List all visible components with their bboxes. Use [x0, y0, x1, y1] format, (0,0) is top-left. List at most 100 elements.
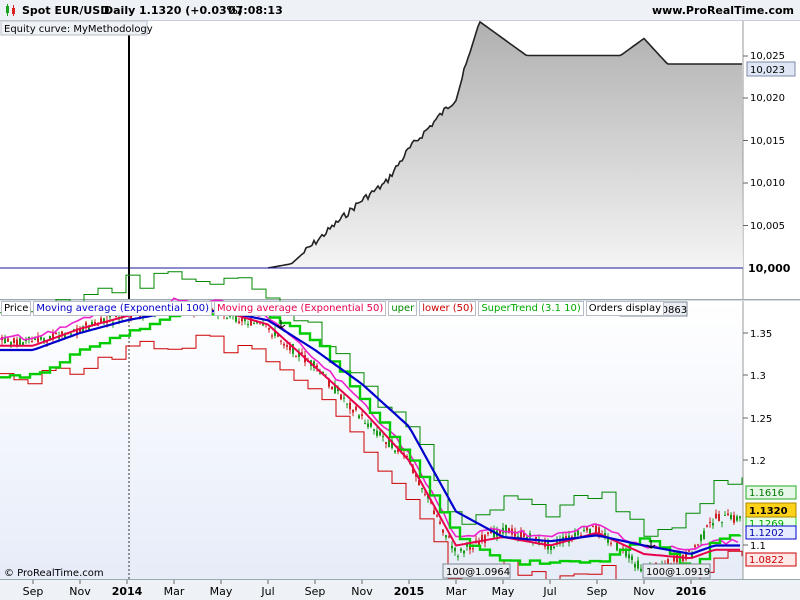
candle-body	[445, 535, 447, 538]
candle-body	[373, 429, 375, 431]
legend-supertrend[interactable]: SuperTrend (3.1 10)	[478, 301, 584, 316]
candle-body	[364, 423, 366, 425]
candle-body	[385, 442, 387, 444]
candle-body	[718, 514, 720, 521]
candle-body	[448, 536, 450, 538]
candle-body	[358, 415, 360, 419]
candle-body	[283, 343, 285, 346]
legend-lower[interactable]: lower (50)	[419, 301, 477, 316]
legend-upper[interactable]: uper	[388, 301, 418, 316]
time-tick-label: May	[492, 585, 515, 598]
candle-body	[721, 521, 723, 523]
candle-body	[331, 387, 333, 390]
equity-pane-label: Equity curve: MyMethodology	[4, 24, 153, 35]
time-tick-label: Sep	[23, 585, 44, 598]
legend-orders-display[interactable]: Orders display	[585, 301, 665, 316]
time-tick-label: Nov	[351, 585, 373, 598]
candle-body	[40, 337, 42, 340]
time-tick-label: Nov	[633, 585, 655, 598]
candle-body	[340, 394, 342, 400]
candle-body	[586, 527, 588, 531]
order-label: 100@1.0919	[646, 567, 710, 578]
candle-body	[676, 554, 678, 563]
candle-body	[238, 321, 240, 324]
price-value-badges: 1.1616 1.1269 1.1320 1.1202 1.0822	[745, 485, 797, 567]
candle-body	[343, 397, 345, 399]
candle-body	[724, 515, 726, 516]
time-tick-label: Nov	[69, 585, 91, 598]
candle-body	[31, 341, 33, 343]
candle-body	[4, 338, 6, 343]
candle-body	[730, 514, 732, 520]
price-tick-label: 1.2	[750, 456, 766, 467]
candle-body	[13, 338, 15, 343]
candle-body	[43, 338, 45, 341]
price-tick-label: 1.1	[750, 541, 766, 552]
candle-body	[634, 564, 636, 568]
candle-body	[736, 516, 738, 521]
equity-current-value: 10,023	[750, 65, 785, 76]
price-tick-label: 1.35	[750, 329, 772, 340]
equity-tick-label: 10,005	[750, 221, 785, 232]
candle-body	[436, 515, 438, 517]
candle-body	[640, 568, 642, 572]
candle-body	[268, 327, 270, 330]
lower-channel-badge: 1.0822	[749, 555, 784, 566]
candle-body	[631, 556, 633, 560]
candle-body	[346, 403, 348, 405]
candle-body	[286, 345, 288, 347]
candle-body	[271, 335, 273, 337]
candle-body	[694, 545, 696, 548]
candle-body	[7, 338, 9, 342]
legend-price[interactable]: Price	[1, 301, 32, 316]
candle-body	[70, 333, 72, 335]
time-tick-label: Mar	[446, 585, 467, 598]
candle-body	[628, 554, 630, 559]
time-tick-label: 2016	[676, 585, 707, 598]
candle-body	[472, 548, 474, 550]
candle-body	[367, 423, 369, 427]
candle-body	[19, 338, 21, 345]
candle-body	[706, 525, 708, 527]
candle-body	[667, 559, 669, 564]
time-tick-label: Sep	[305, 585, 326, 598]
ema100-badge: 1.1202	[749, 528, 784, 539]
chart-canvas[interactable]: Equity curve: MyMethodology 10,025 10,02…	[0, 0, 800, 600]
candle-body	[451, 546, 453, 549]
upper-channel-badge: 1.1616	[749, 488, 784, 499]
candle-body	[247, 324, 249, 325]
candle-body	[376, 430, 378, 436]
candle-body	[424, 494, 426, 496]
time-tick-label: Sep	[587, 585, 608, 598]
candle-body	[697, 544, 699, 546]
candle-body	[637, 560, 639, 569]
candle-body	[241, 317, 243, 322]
time-tick-label: 2015	[394, 585, 425, 598]
candle-body	[712, 523, 714, 526]
candle-body	[583, 530, 585, 531]
candle-body	[733, 515, 735, 523]
price-tick-label: 1.3	[750, 371, 766, 382]
candle-body	[574, 532, 576, 537]
watermark: © ProRealTime.com	[4, 568, 104, 579]
time-tick-label: May	[210, 585, 233, 598]
candle-body	[394, 450, 396, 453]
candle-body	[577, 530, 579, 536]
candle-body	[352, 410, 354, 413]
candle-body	[508, 528, 510, 534]
candle-body	[454, 547, 456, 552]
time-tick-label: Jul	[542, 585, 556, 598]
equity-tick-label: 10,010	[750, 178, 785, 189]
legend-ema50[interactable]: Moving average (Exponential 50)	[214, 301, 387, 316]
candle-body	[463, 550, 465, 554]
candle-body	[703, 530, 705, 539]
candle-body	[700, 534, 702, 541]
candle-body	[280, 340, 282, 342]
candle-body	[295, 356, 297, 358]
candle-body	[592, 526, 594, 528]
candle-body	[355, 406, 357, 410]
legend-ema100[interactable]: Moving average (Exponential 100)	[33, 301, 213, 316]
candle-body	[85, 322, 87, 326]
equity-tick-label: 10,025	[750, 51, 785, 62]
candle-body	[610, 543, 612, 545]
